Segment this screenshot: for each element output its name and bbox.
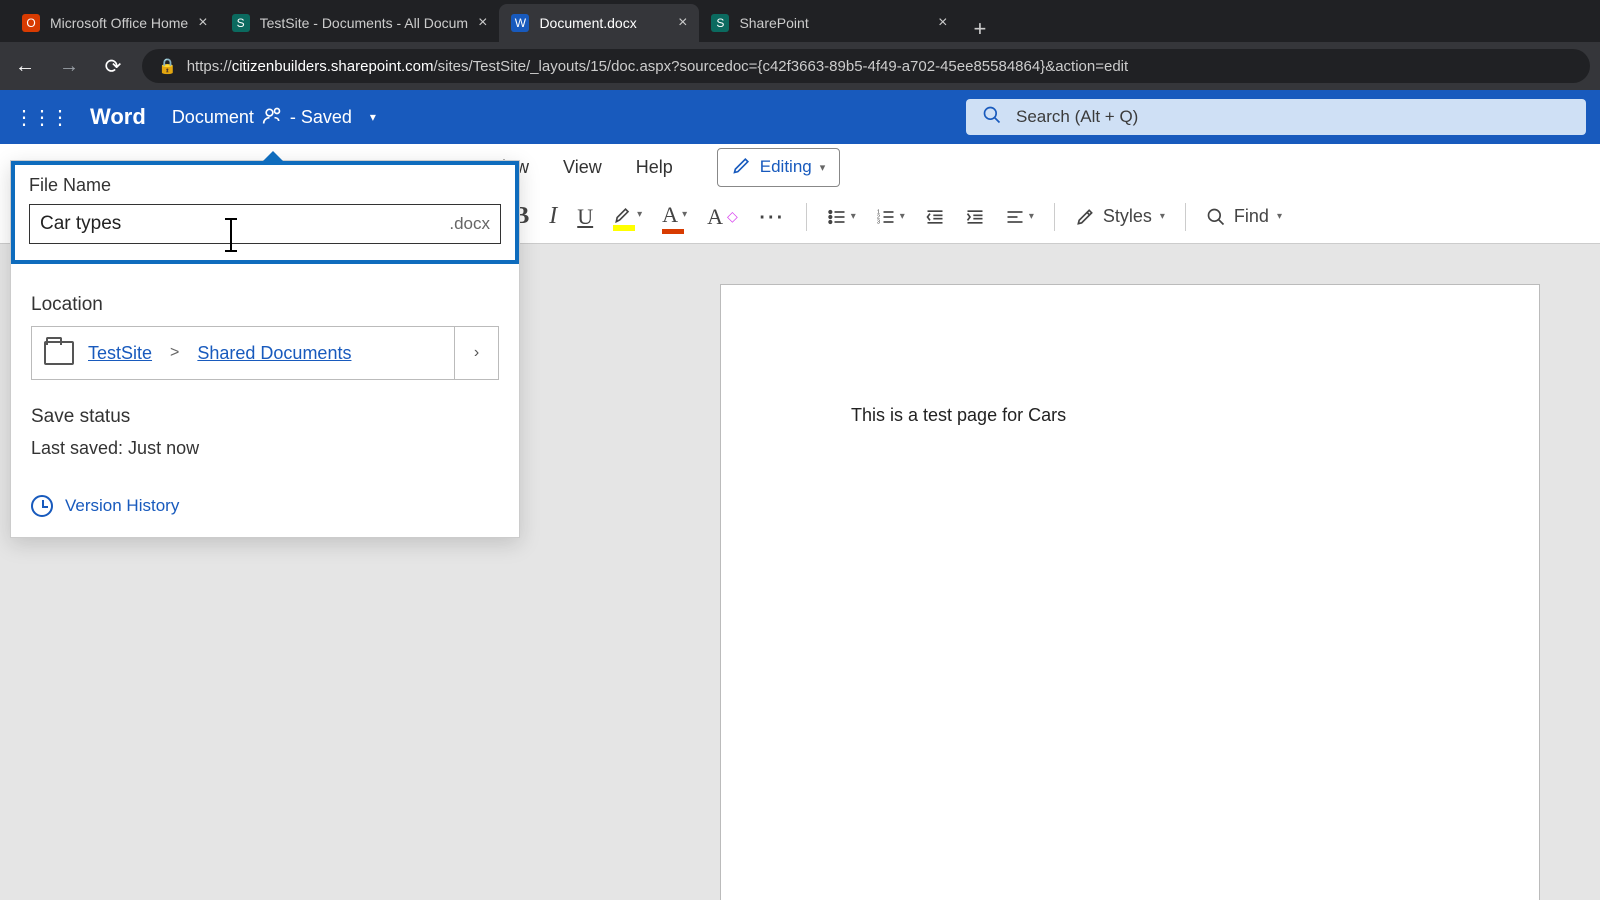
browser-tab-active[interactable]: W Document.docx ×	[499, 4, 699, 42]
pen-icon	[732, 155, 752, 180]
save-status-value: Last saved: Just now	[31, 438, 499, 459]
tab-title: Document.docx	[539, 15, 668, 31]
highlight-button[interactable]: ▾	[613, 205, 642, 229]
close-icon[interactable]: ×	[198, 14, 207, 32]
word-titlebar: ⋮⋮⋮ Word Document - Saved ▾ Search (Alt …	[0, 90, 1600, 144]
new-tab-button[interactable]: +	[959, 16, 1000, 42]
save-status-label: Save status	[31, 406, 499, 428]
rename-panel: File Name .docx Location TestSite > Shar…	[10, 160, 520, 538]
numbered-list-button[interactable]: 123 ▾	[876, 207, 905, 227]
back-button[interactable]: ←	[10, 55, 40, 78]
close-icon[interactable]: ×	[938, 14, 947, 32]
decrease-indent-button[interactable]	[925, 207, 945, 227]
increase-indent-button[interactable]	[965, 207, 985, 227]
tab-title: TestSite - Documents - All Docum	[260, 15, 469, 31]
chevron-down-icon: ▾	[1029, 211, 1034, 222]
file-name-input[interactable]	[40, 213, 449, 235]
browser-tab[interactable]: O Microsoft Office Home ×	[10, 4, 220, 42]
browser-tab[interactable]: S SharePoint ×	[699, 4, 959, 42]
office-icon: O	[22, 14, 40, 32]
url-host: citizenbuilders.sharepoint.com	[232, 58, 434, 75]
app-launcher-icon[interactable]: ⋮⋮⋮	[14, 105, 68, 130]
chevron-down-icon: ▾	[682, 209, 687, 220]
version-history-link[interactable]: Version History	[31, 495, 499, 517]
highlight-swatch	[613, 225, 635, 231]
location-row: TestSite > Shared Documents ›	[31, 326, 499, 380]
reload-button[interactable]: ⟳	[98, 54, 128, 79]
chevron-down-icon: ▾	[370, 110, 376, 124]
styles-button[interactable]: Styles ▾	[1075, 206, 1165, 227]
divider	[1054, 203, 1055, 231]
bullet-list-button[interactable]: ▾	[827, 207, 856, 227]
find-button[interactable]: Find ▾	[1206, 206, 1282, 227]
browser-toolbar: ← → ⟳ 🔒 https://citizenbuilders.sharepoi…	[0, 42, 1600, 90]
tab-title: SharePoint	[739, 15, 928, 31]
file-name-label: File Name	[29, 175, 501, 196]
browser-tab[interactable]: S TestSite - Documents - All Docum ×	[220, 4, 500, 42]
location-breadcrumb: TestSite > Shared Documents	[32, 327, 454, 379]
tab-help[interactable]: Help	[636, 157, 673, 178]
word-icon: W	[511, 14, 529, 32]
document-text: This is a test page for Cars	[851, 405, 1066, 425]
share-icon	[262, 106, 282, 129]
folder-icon	[44, 341, 74, 365]
svg-text:3: 3	[877, 219, 880, 225]
search-icon	[982, 105, 1002, 130]
file-name-input-row[interactable]: .docx	[29, 204, 501, 244]
chevron-down-icon: ▾	[900, 211, 905, 222]
tab-view[interactable]: View	[563, 157, 602, 178]
align-button[interactable]: ▾	[1005, 207, 1034, 227]
search-box[interactable]: Search (Alt + Q)	[966, 99, 1586, 135]
document-page[interactable]: This is a test page for Cars	[720, 284, 1540, 900]
italic-button[interactable]: I	[549, 203, 557, 230]
more-font-button[interactable]: ⋯	[758, 201, 786, 232]
font-color-button[interactable]: A ▾	[662, 202, 687, 232]
app-name: Word	[90, 104, 146, 130]
chevron-down-icon: ▾	[1277, 211, 1282, 222]
chevron-down-icon: ▾	[851, 211, 856, 222]
close-icon[interactable]: ×	[478, 14, 487, 32]
history-icon	[31, 495, 53, 517]
lock-icon: 🔒	[158, 57, 177, 75]
location-site-link[interactable]: TestSite	[88, 343, 152, 364]
sharepoint-icon: S	[232, 14, 250, 32]
chevron-down-icon: ▾	[1160, 211, 1165, 222]
fontcolor-swatch	[662, 229, 684, 234]
close-icon[interactable]: ×	[678, 14, 687, 32]
chevron-down-icon: ▾	[820, 161, 826, 174]
search-placeholder: Search (Alt + Q)	[1016, 107, 1138, 127]
location-library-link[interactable]: Shared Documents	[197, 343, 351, 364]
editing-label: Editing	[760, 157, 812, 177]
find-label: Find	[1234, 206, 1269, 227]
location-label: Location	[31, 294, 499, 316]
clear-formatting-button[interactable]: A◇	[707, 204, 738, 230]
file-name-section: File Name .docx	[11, 161, 519, 264]
document-title: Document	[172, 107, 254, 128]
editing-mode-dropdown[interactable]: Editing ▾	[717, 148, 841, 187]
underline-button[interactable]: U	[577, 204, 593, 230]
tab-title: Microsoft Office Home	[50, 15, 188, 31]
forward-button[interactable]: →	[54, 55, 84, 78]
breadcrumb-separator: >	[170, 344, 179, 362]
text-cursor-caret	[230, 218, 232, 252]
version-history-label: Version History	[65, 496, 179, 516]
file-extension: .docx	[449, 214, 490, 234]
url-prefix: https://	[187, 58, 232, 75]
document-title-dropdown[interactable]: Document - Saved ▾	[172, 106, 376, 129]
sharepoint-icon: S	[711, 14, 729, 32]
styles-label: Styles	[1103, 206, 1152, 227]
url-path: /sites/TestSite/_layouts/15/doc.aspx?sou…	[434, 58, 1129, 75]
address-bar[interactable]: 🔒 https://citizenbuilders.sharepoint.com…	[142, 49, 1590, 83]
divider	[1185, 203, 1186, 231]
chevron-down-icon: ▾	[637, 209, 642, 220]
browser-tab-strip: O Microsoft Office Home × S TestSite - D…	[0, 0, 1600, 42]
divider	[806, 203, 807, 231]
location-browse-button[interactable]: ›	[454, 327, 498, 379]
saved-status: - Saved	[290, 107, 352, 128]
